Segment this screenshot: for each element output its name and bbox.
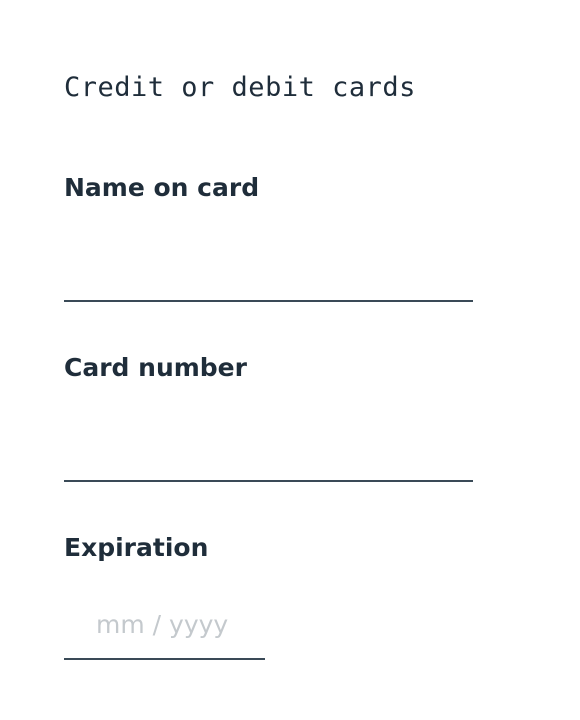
expiration-label: Expiration <box>64 533 209 562</box>
name-on-card-input[interactable] <box>64 240 473 302</box>
card-number-label: Card number <box>64 353 247 382</box>
card-number-input[interactable] <box>64 420 473 482</box>
expiration-input[interactable] <box>64 598 265 660</box>
name-on-card-label: Name on card <box>64 173 260 202</box>
section-title: Credit or debit cards <box>64 72 416 103</box>
